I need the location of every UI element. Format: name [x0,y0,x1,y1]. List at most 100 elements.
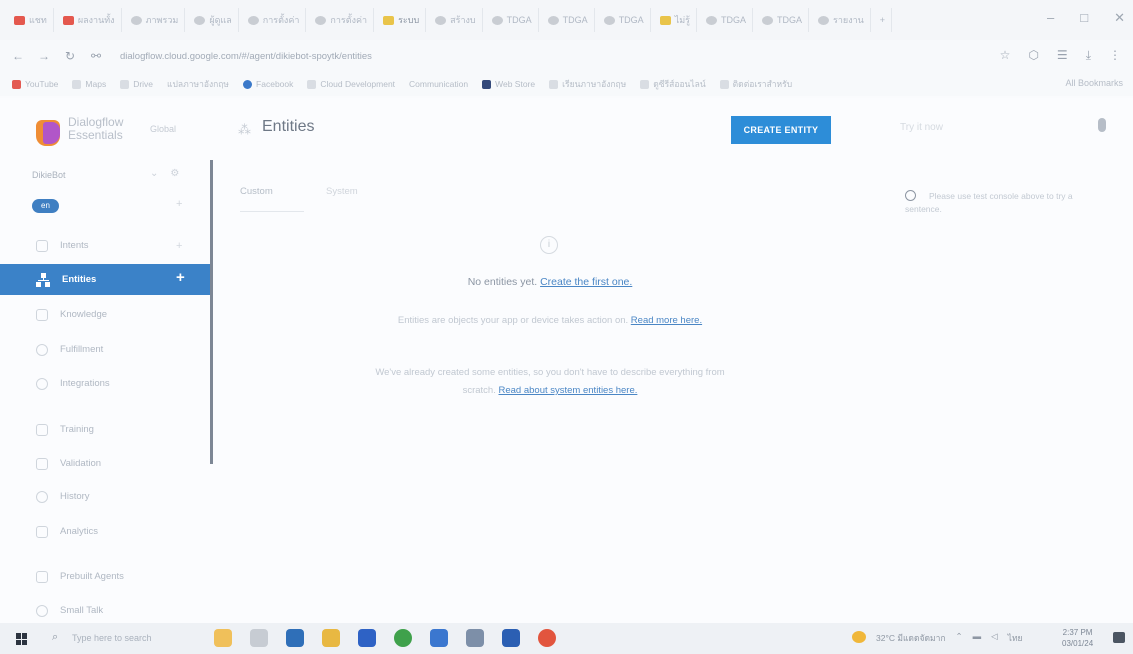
browser-tab[interactable]: ผู้ดูแล [188,8,239,32]
browser-tab[interactable]: ไม่รู้ [654,8,697,32]
file-explorer-icon[interactable] [322,629,340,647]
profile-icon[interactable]: ☰ [1057,48,1068,63]
agent-selector[interactable]: DikieBot [32,170,66,180]
notification-icon[interactable] [1113,632,1125,643]
close-window-button[interactable]: ✕ [1114,10,1125,26]
browser-tab[interactable]: การตั้งค่า [309,8,375,32]
bookmark-item[interactable]: Drive [120,79,153,89]
browser-tab[interactable]: แชท [8,8,54,32]
window-controls: – □ ✕ [1047,10,1125,26]
browser-tab[interactable]: TDGA [756,8,810,32]
bookmark-item[interactable]: Facebook [243,79,293,89]
language-badge[interactable]: en [32,199,59,213]
bookmark-item[interactable]: YouTube [12,79,58,89]
taskbar-search-input[interactable]: Type here to search [72,633,152,643]
prebuilt-agents-icon [36,570,48,583]
sidebar-item-analytics[interactable]: Analytics [0,516,212,547]
app-icon[interactable] [538,629,556,647]
tab-custom[interactable]: Custom [240,186,304,212]
reload-icon[interactable]: ↻ [62,49,78,63]
sidebar-item-entities[interactable]: Entities + [0,264,212,295]
weather-text[interactable]: 32°C มีแดดจัดมาก [876,631,946,645]
site-info-icon[interactable]: ⚯ [88,49,104,63]
bookmark-item[interactable]: เรียนภาษาอังกฤษ [549,77,626,91]
create-entity-button[interactable]: CREATE ENTITY [731,116,831,144]
browser-tab[interactable]: การตั้งค่า [242,8,307,32]
chrome-icon[interactable] [394,629,412,647]
site-icon [549,79,559,89]
system-entities-link[interactable]: Read about system entities here. [499,385,638,396]
all-bookmarks[interactable]: All Bookmarks [1065,78,1123,88]
sidebar-item-prebuilt-agents[interactable]: Prebuilt Agents [0,561,212,592]
region-selector[interactable]: Global [150,124,176,134]
url-field[interactable]: dialogflow.cloud.google.com/#/agent/diki… [120,51,372,62]
network-icon[interactable]: ▬ [973,631,982,645]
new-tab-button[interactable]: + [874,8,893,32]
browser-tab[interactable]: TDGA [542,8,595,32]
browser-tab[interactable]: ภาพรวม [125,8,186,32]
site-icon [307,79,317,89]
tray-chevron-up-icon[interactable]: ⌃ [956,631,963,645]
back-arrow-icon[interactable]: ← [10,49,26,63]
download-icon[interactable]: ⤓ [1086,48,1091,63]
sidebar-item-intents[interactable]: Intents + [0,230,212,261]
forward-arrow-icon[interactable]: → [36,49,52,63]
sidebar-item-fulfillment[interactable]: Fulfillment [0,334,212,365]
create-first-entity-link[interactable]: Create the first one. [540,276,632,288]
bookmark-star-icon[interactable]: ☆ [1000,48,1011,63]
sidebar-item-validation[interactable]: Validation [0,448,212,479]
add-entity-plus-icon[interactable]: + [176,269,185,286]
browser-tab[interactable]: TDGA [598,8,651,32]
maximize-button[interactable]: □ [1080,10,1088,26]
input-language[interactable]: ไทย [1008,631,1023,645]
sidebar-item-knowledge[interactable]: Knowledge [0,299,212,330]
pen-app-icon[interactable] [286,629,304,647]
browser-tab[interactable]: รายงาน [812,8,871,32]
chevron-down-icon[interactable]: ⌄ [150,168,158,179]
store-icon[interactable] [358,629,376,647]
word-icon[interactable] [502,629,520,647]
widget-icon[interactable] [214,629,232,647]
browser-tab[interactable]: สร้างบ [429,8,483,32]
menu-icon[interactable]: ⋮ [1109,48,1121,63]
bookmark-item[interactable]: ดูซีรีส์ออนไลน์ [640,77,706,91]
browser-tab[interactable]: ผลงานทั้ง [57,8,122,32]
task-view-icon[interactable] [250,629,268,647]
extensions-icon[interactable]: ⬡ [1028,48,1038,63]
browser-tab[interactable]: TDGA [700,8,754,32]
read-more-link[interactable]: Read more here. [631,315,702,326]
training-icon [36,423,48,436]
microphone-icon[interactable] [1098,118,1106,132]
bookmark-item[interactable]: Web Store [482,79,535,89]
add-intent-plus-icon[interactable]: + [176,240,182,252]
taskbar: ⌕ Type here to search 32°C มีแดดจัดมาก ⌃… [0,623,1133,654]
bookmark-item[interactable]: Maps [72,79,106,89]
entities-header-icon: ⁂ [238,122,251,137]
volume-icon[interactable]: ◁ [991,631,998,645]
entities-description: Entities are objects your app or device … [397,315,703,326]
app-icon[interactable] [466,629,484,647]
windows-start-icon[interactable] [16,633,28,645]
try-it-now-input[interactable]: Try it now [900,122,943,133]
bookmark-item[interactable]: Cloud Development [307,79,395,89]
bookmark-item[interactable]: แปลภาษาอังกฤษ [167,77,229,91]
sidebar-item-integrations[interactable]: Integrations [0,368,212,399]
add-language-plus-icon[interactable]: + [176,198,182,210]
bookmark-item[interactable]: Communication [409,79,468,89]
bookmark-item[interactable]: ติดต่อเราสำหรับ [719,77,792,91]
sidebar-item-training[interactable]: Training [0,414,212,445]
system-clock[interactable]: 2:37 PM 03/01/24 [1062,627,1093,649]
app-icon[interactable] [430,629,448,647]
sidebar-item-small-talk[interactable]: Small Talk [0,595,212,626]
google-icon [818,15,830,25]
minimize-button[interactable]: – [1047,10,1054,26]
browser-tab[interactable]: TDGA [486,8,539,32]
agent-controls: ⌄ ⚙ [150,168,179,179]
agent-settings-gear-icon[interactable]: ⚙ [170,168,179,179]
sidebar-scrollbar[interactable] [210,160,213,464]
sidebar-item-history[interactable]: History [0,481,212,512]
site-icon [762,15,774,25]
youtube-icon [12,79,21,89]
tab-system[interactable]: System [326,186,358,197]
browser-tab-dialogflow[interactable]: ระบบ [377,8,427,32]
